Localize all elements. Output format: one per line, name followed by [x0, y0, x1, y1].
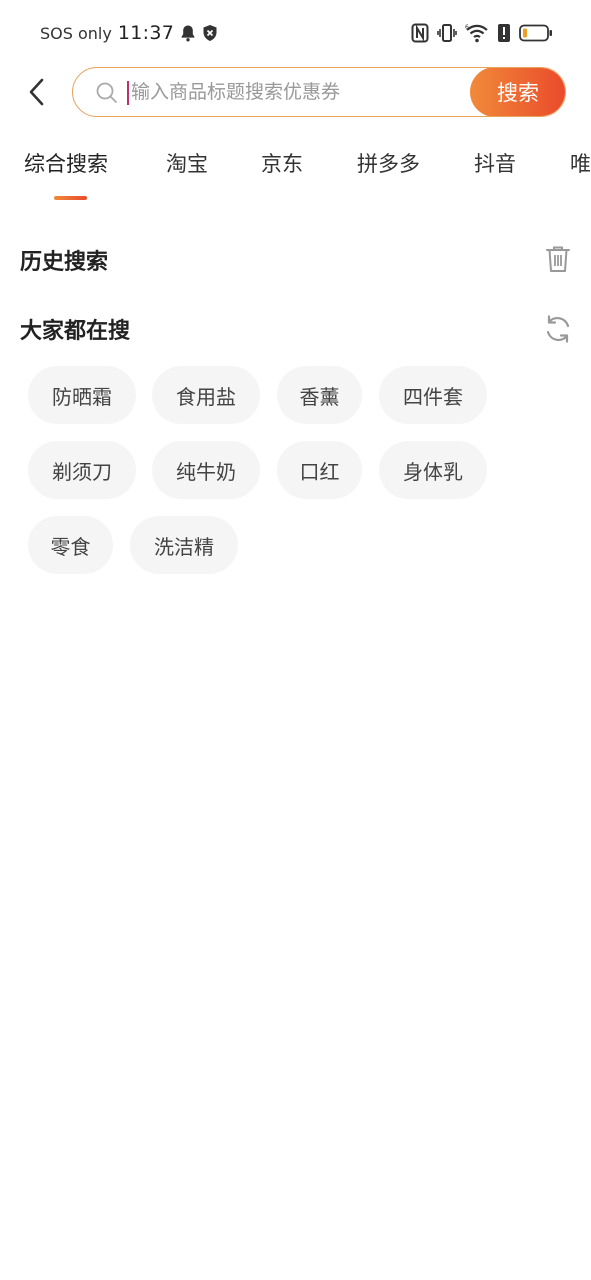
status-bar-right: 6 [411, 20, 553, 46]
refresh-trending-button[interactable] [543, 314, 573, 344]
status-bar: SOS only 11:37 6 [0, 0, 591, 66]
chip-item[interactable]: 洗洁精 [130, 516, 238, 574]
tab-taobao[interactable]: 淘宝 [166, 148, 208, 178]
tab-vip[interactable]: 唯 [570, 148, 591, 178]
chip-item[interactable]: 身体乳 [379, 441, 487, 499]
search-input[interactable] [131, 68, 461, 116]
wifi-icon: 6 [465, 23, 489, 43]
search-button[interactable]: 搜索 [470, 68, 565, 116]
refresh-icon [546, 315, 570, 343]
active-tab-indicator [54, 196, 87, 200]
nfc-icon [411, 23, 429, 43]
chip-item[interactable]: 四件套 [379, 366, 487, 424]
bell-icon [180, 24, 196, 42]
search-header: 搜索 [0, 66, 591, 118]
chip-item[interactable]: 口红 [277, 441, 362, 499]
chip-item[interactable]: 纯牛奶 [152, 441, 260, 499]
vpn-shield-icon [202, 24, 218, 42]
chip-item[interactable]: 零食 [28, 516, 113, 574]
platform-tabs: 综合搜索 淘宝 京东 拼多多 抖音 唯 [0, 140, 591, 204]
chip-item[interactable]: 食用盐 [152, 366, 260, 424]
status-bar-left: SOS only 11:37 [40, 20, 218, 46]
tab-pinduoduo[interactable]: 拼多多 [357, 148, 420, 178]
svg-text:6: 6 [465, 24, 469, 31]
trending-title: 大家都在搜 [20, 319, 131, 344]
vibrate-icon [437, 23, 457, 43]
carrier-text: SOS only [40, 23, 112, 43]
back-button[interactable] [20, 74, 54, 110]
text-caret [127, 81, 129, 105]
tab-comprehensive[interactable]: 综合搜索 [24, 148, 108, 178]
search-icon [95, 81, 119, 105]
battery-icon [519, 24, 553, 42]
chip-item[interactable]: 防晒霜 [28, 366, 136, 424]
chevron-left-icon [29, 78, 44, 106]
clear-history-button[interactable] [543, 244, 573, 274]
alert-icon [497, 23, 511, 43]
clock: 11:37 [117, 22, 175, 44]
history-title: 历史搜索 [20, 250, 109, 275]
chip-item[interactable]: 剃须刀 [28, 441, 136, 499]
tab-douyin[interactable]: 抖音 [474, 148, 516, 178]
chip-item[interactable]: 香薰 [277, 366, 362, 424]
trash-icon [546, 246, 570, 272]
tab-jd[interactable]: 京东 [261, 148, 303, 178]
search-box[interactable]: 搜索 [72, 67, 566, 117]
